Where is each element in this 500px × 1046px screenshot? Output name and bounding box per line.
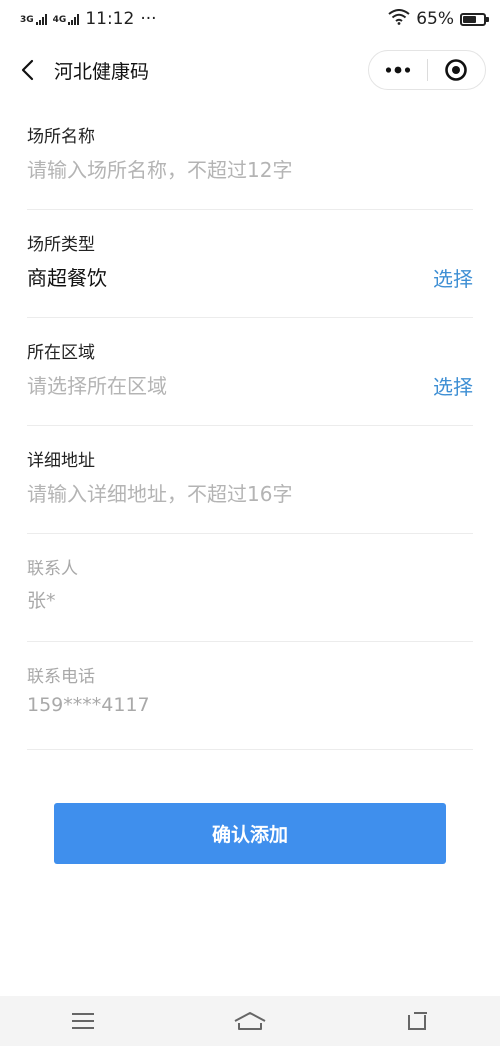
battery-fill xyxy=(463,15,476,23)
venue-name-input[interactable]: 请输入场所名称，不超过12字 xyxy=(27,154,292,183)
region-input[interactable]: 请选择所在区域 xyxy=(27,370,167,399)
phone-row: 联系电话 159****4117 xyxy=(27,642,473,750)
region-label: 所在区域 xyxy=(27,343,95,363)
recent-apps-button[interactable] xyxy=(387,996,447,1046)
recent-apps-icon xyxy=(407,1012,427,1030)
more-dots-icon xyxy=(385,66,410,74)
close-mini-program-button[interactable] xyxy=(428,51,486,89)
confirm-add-button[interactable]: 确认添加 xyxy=(54,803,446,864)
status-right: 65% xyxy=(388,8,489,30)
region-row: 所在区域 请选择所在区域 选择 xyxy=(27,318,473,426)
contact-row: 联系人 张* xyxy=(27,534,473,642)
venue-name-row: 场所名称 请输入场所名称，不超过12字 xyxy=(27,102,473,210)
system-nav-bar xyxy=(0,996,500,1046)
signal-icon: 3G xyxy=(20,13,47,25)
venue-type-value: 商超餐饮 xyxy=(27,266,107,290)
menu-icon xyxy=(72,1013,95,1029)
phone-value: 159****4117 xyxy=(27,694,150,716)
venue-type-row: 场所类型 商超餐饮 选择 xyxy=(27,210,473,318)
page-title: 河北健康码 xyxy=(54,60,150,83)
address-row: 详细地址 请输入详细地址，不超过16字 xyxy=(27,426,473,534)
target-icon xyxy=(445,59,468,81)
back-button[interactable] xyxy=(0,38,54,102)
address-label: 详细地址 xyxy=(27,451,95,471)
status-more: ··· xyxy=(140,9,157,29)
address-input[interactable]: 请输入详细地址，不超过16字 xyxy=(27,478,292,507)
contact-label: 联系人 xyxy=(27,559,78,579)
status-bar: 3G 4G 11:12 ··· 65% xyxy=(0,0,500,38)
mini-program-capsule xyxy=(368,50,486,90)
venue-name-label: 场所名称 xyxy=(27,127,95,147)
home-button[interactable] xyxy=(220,996,280,1046)
venue-form: 场所名称 请输入场所名称，不超过12字 场所类型 商超餐饮 选择 所在区域 请选… xyxy=(0,102,500,750)
menu-button[interactable] xyxy=(53,996,113,1046)
nav-bar: 河北健康码 xyxy=(0,38,500,102)
status-left: 3G 4G 11:12 ··· xyxy=(20,9,157,29)
region-select-button[interactable]: 选择 xyxy=(433,371,473,400)
venue-type-label: 场所类型 xyxy=(27,235,95,255)
contact-value: 张* xyxy=(27,590,56,612)
battery-text: 65% xyxy=(416,9,454,29)
battery-icon xyxy=(460,12,489,26)
venue-type-select-button[interactable]: 选择 xyxy=(433,263,473,292)
phone-label: 联系电话 xyxy=(27,667,95,687)
home-icon xyxy=(234,1012,266,1030)
wifi-icon xyxy=(388,8,410,30)
signal-icon-2: 4G xyxy=(53,13,80,25)
more-button[interactable] xyxy=(369,51,427,89)
status-time: 11:12 xyxy=(85,9,135,29)
back-arrow-icon xyxy=(21,59,34,81)
